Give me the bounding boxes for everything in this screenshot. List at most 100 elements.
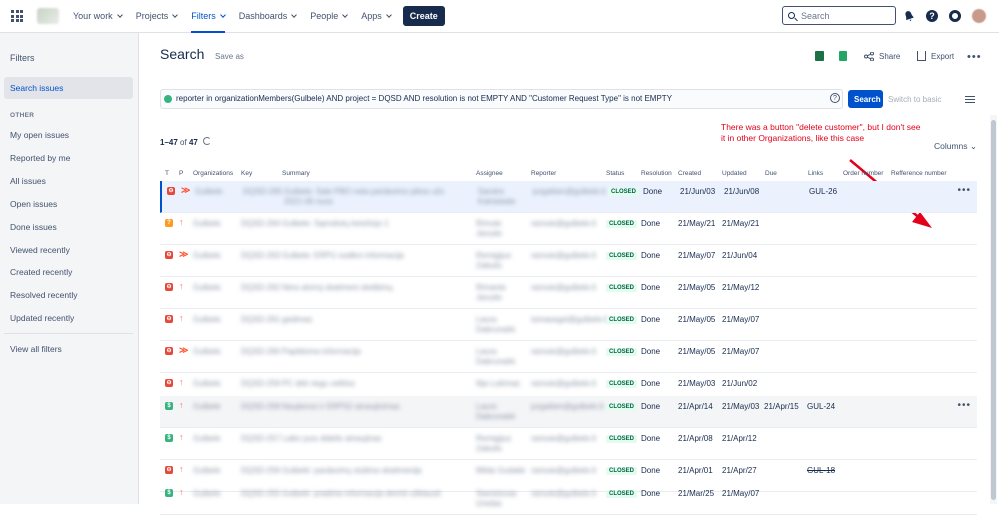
issue-key-link[interactable]: DQSD-259 [241,379,280,388]
links-cell[interactable]: GUL-26 [809,187,837,196]
summary-link[interactable]: gedimas [282,315,462,325]
sidebar-item-view-all-filters[interactable]: View all filters [10,344,62,354]
col-header-resolution[interactable]: Resolution [641,170,672,177]
nav-projects[interactable]: Projects [136,0,179,33]
refresh-icon[interactable] [203,137,211,145]
app-switcher-icon[interactable] [11,10,23,22]
nav-your-work[interactable]: Your work [73,0,123,33]
export-icon[interactable] [917,51,926,61]
summary-link[interactable]: Laiko juos didelis atnaujinas [282,434,462,444]
row-more-actions-button[interactable]: ••• [957,400,971,411]
table-row[interactable]: $ ↑ Gulbele DQSD-258 Naujienos ir ERPS2 atna… [160,396,977,428]
summary-link[interactable]: Nėra atviroj skaitmeni skelbimų [282,283,462,293]
summary-link[interactable]: Naujienos ir ERPS2 atnaujinimas [282,402,462,412]
list-view-icon[interactable] [965,96,975,103]
created-cell: 21/Mar/25 [678,489,715,498]
sidebar-item-done-issues[interactable]: Done issues [10,222,57,232]
col-header-created[interactable]: Created [678,170,701,177]
assignee-cell: Remigijus Zabulis [476,251,512,270]
sidebar-item-created-recently[interactable]: Created recently [10,267,72,277]
vertical-scrollbar[interactable] [990,115,997,504]
col-header-links[interactable]: Links [808,170,823,177]
columns-button[interactable]: Columns ⌄ [934,141,977,152]
export-button[interactable]: Export [931,52,954,61]
sidebar-item-my-open-issues[interactable]: My open issues [10,130,69,140]
col-header-key[interactable]: Key [241,170,252,177]
summary-link[interactable]: Gulbelė: pardavimų stubina skaitmenija [282,466,462,476]
sidebar-item-updated-recently[interactable]: Updated recently [10,313,74,323]
save-as-button[interactable]: Save as [215,52,244,61]
table-row[interactable]: ? ↑ Gulbele DQSD-264 Gulbele: Sąmokslų keisč… [160,213,977,245]
nav-people[interactable]: People [310,0,349,33]
status-badge: CLOSED [606,490,638,498]
table-row[interactable]: ⊖ ≫ Gulbele DQSD-265 Gulbele: Sale PBO neta … [160,181,977,213]
google-sheets-icon[interactable] [839,51,847,61]
col-header-refference-number[interactable]: Refference number [891,170,947,177]
nav-filters[interactable]: Filters [191,0,226,33]
issue-key-link[interactable]: DQSD-262 [241,283,280,292]
table-row[interactable]: ⊖ ↑ Gulbele DQSD-262 Nėra atviroj skaitmeni … [160,277,977,309]
notifications-icon[interactable] [903,10,915,22]
sidebar-item-reported-by-me[interactable]: Reported by me [10,153,70,163]
issue-key-link[interactable]: DQSD-261 [241,315,280,324]
col-header-reporter[interactable]: Reporter [531,170,556,177]
issue-key-link[interactable]: DQSD-260 [241,347,280,356]
sidebar-item-search-issues[interactable]: Search issues [4,77,133,99]
resolution-cell: Done [641,347,661,356]
col-header-order-number[interactable]: Order number [843,170,883,177]
reporter-cell: jurgaitien@gulbele.lt [531,402,604,411]
user-avatar[interactable] [972,9,986,23]
summary-link[interactable]: Gulbele: Sąmokslų keisčiojo 1 [282,219,462,229]
table-row[interactable]: ⊖ ≫ Gulbele DQSD-263 Gulbele: ERPU sodikvi i… [160,245,977,277]
settings-gear-icon[interactable] [949,10,961,22]
jql-help-icon[interactable]: ? [830,93,840,103]
issue-key-link[interactable]: DQSD-256 [241,466,280,475]
sidebar-item-viewed-recently[interactable]: Viewed recently [10,245,70,255]
summary-link[interactable]: Gulbelė: pradinia informacija derinti už… [282,489,462,499]
summary-link[interactable]: Gulbele: ERPU sodikvi informacija [282,251,462,261]
jql-query-input[interactable]: reporter in organizationMembers(Gulbele)… [160,89,843,109]
sidebar-item-resolved-recently[interactable]: Resolved recently [10,290,78,300]
links-cell[interactable]: GUL-18 [807,466,835,475]
search-button[interactable]: Search [848,90,883,108]
priority-icon: ↑ [179,313,184,323]
issue-key-link[interactable]: DQSD-255 [241,489,280,498]
sidebar-item-all-issues[interactable]: All issues [10,176,46,186]
table-row[interactable]: $ ↑ Gulbele DQSD-257 Laiko juos didelis atna… [160,428,977,460]
col-header-organizations[interactable]: Organizations [193,170,233,177]
issue-key-link[interactable]: DQSD-263 [241,251,280,260]
col-header-priority[interactable]: P [179,170,183,177]
col-header-summary[interactable]: Summary [282,170,310,177]
share-icon[interactable] [864,52,874,61]
summary-link[interactable]: PC diėt negu veiklos [282,379,462,389]
nav-dashboards[interactable]: Dashboards [239,0,298,33]
site-logo[interactable] [37,8,59,24]
chevron-down-icon [342,12,349,18]
issue-key-link[interactable]: DQSD-257 [241,434,280,443]
col-header-type[interactable]: T [165,170,169,177]
issue-key-link[interactable]: DQSD-265 [243,187,282,196]
share-button[interactable]: Share [879,52,900,61]
row-more-actions-button[interactable]: ••• [957,185,971,196]
help-icon[interactable]: ? [926,10,938,22]
global-search-input[interactable]: Search [782,6,896,25]
sidebar-item-open-issues[interactable]: Open issues [10,199,57,209]
assignee-cell: Laura Dabrunaitė [476,347,516,366]
excel-export-icon[interactable] [815,51,824,61]
table-row[interactable]: ⊖ ≫ Gulbele DQSD-260 Papildoma informacija La… [160,341,977,373]
summary-link[interactable]: Papildoma informacija [282,347,462,357]
issue-key-link[interactable]: DQSD-264 [241,219,280,228]
col-header-status[interactable]: Status [606,170,624,177]
col-header-due[interactable]: Due [765,170,777,177]
col-header-assignee[interactable]: Assignee [476,170,503,177]
col-header-updated[interactable]: Updated [722,170,747,177]
switch-to-basic-link[interactable]: Switch to basic [888,95,941,104]
summary-link[interactable]: Gulbele: Sale PBO neta pardavimo pikos u… [284,187,464,207]
table-row[interactable]: ⊖ ↑ Gulbele DQSD-261 gedimas Laura Dabrunaitė… [160,309,977,341]
links-cell[interactable]: GUL-24 [807,402,835,411]
more-actions-button[interactable]: ••• [967,51,982,63]
issue-key-link[interactable]: DQSD-258 [241,402,280,411]
nav-apps[interactable]: Apps [361,0,392,33]
create-button[interactable]: Create [402,6,445,26]
table-row[interactable]: $ ↑ Gulbele DQSD-255 Gulbelė: pradinia infor… [160,483,977,515]
